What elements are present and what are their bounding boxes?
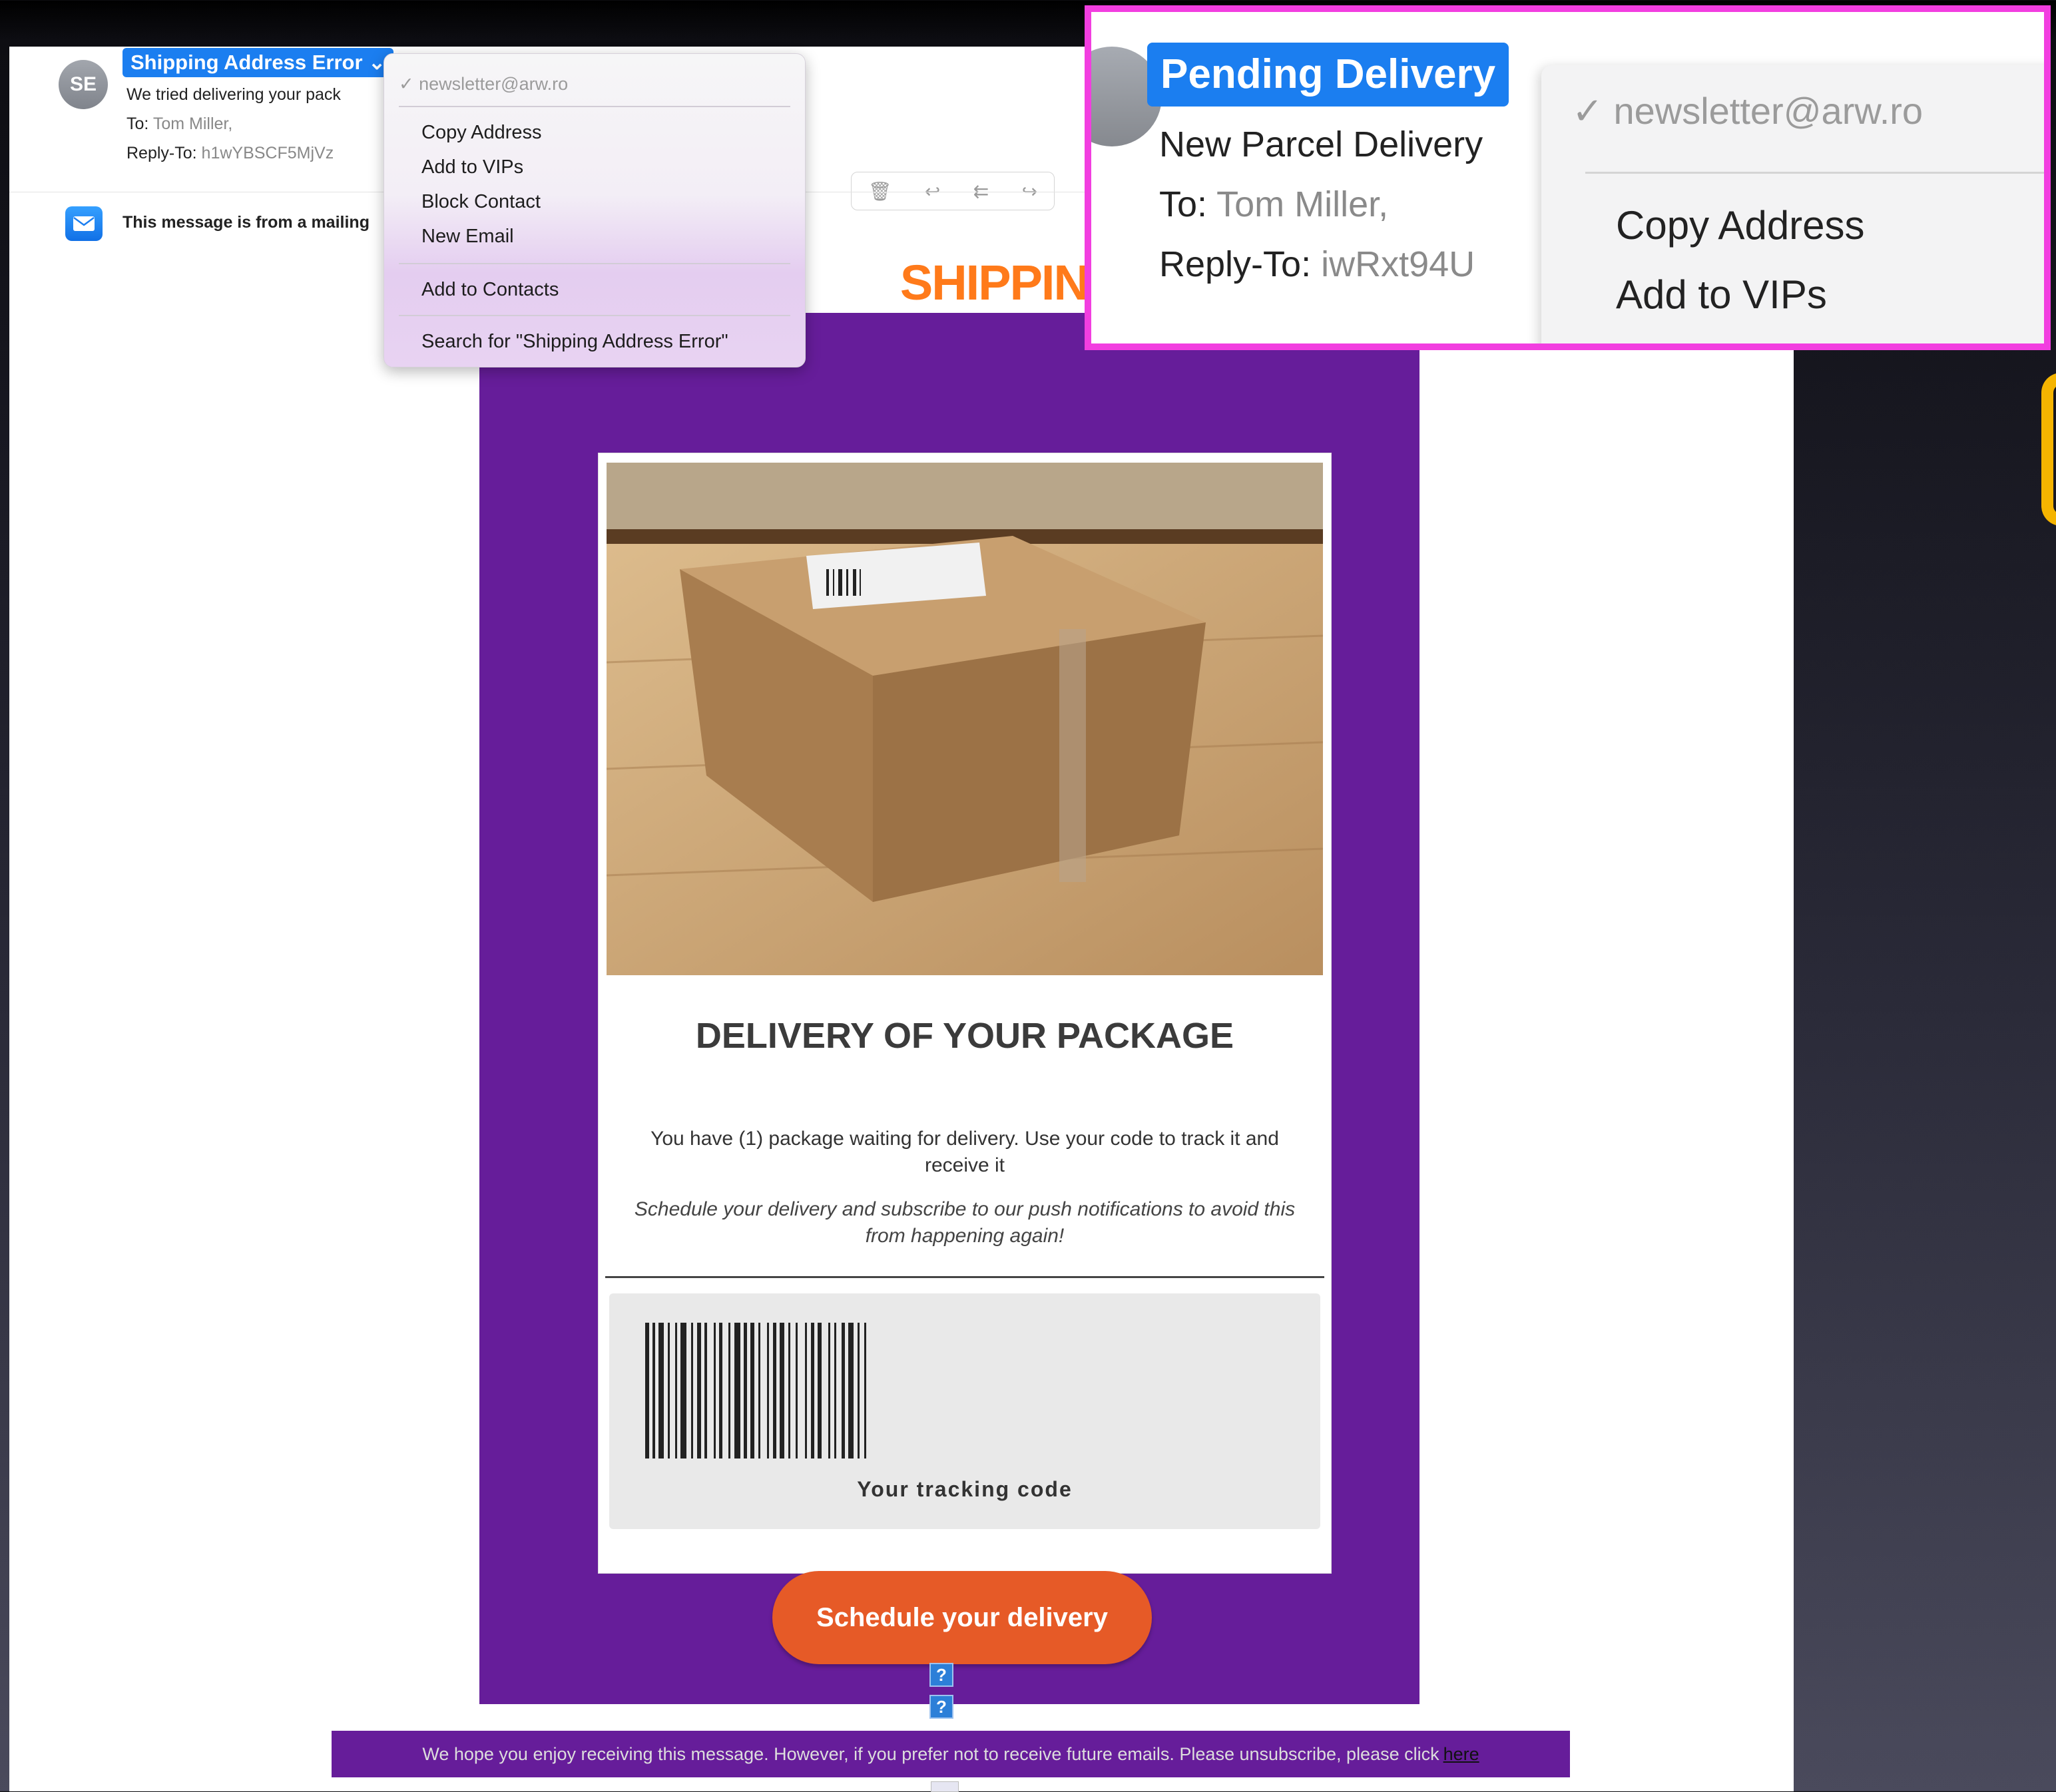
sender-name: Shipping Address Error (130, 51, 363, 74)
barcode-bar (767, 1323, 769, 1458)
mail-app-icon (65, 206, 103, 241)
schedule-delivery-button[interactable]: Schedule your delivery (772, 1571, 1152, 1664)
inset-sender-pill: Pending Delivery (1147, 43, 1509, 107)
sender-avatar[interactable]: SE (59, 60, 108, 109)
barcode-bar (680, 1323, 686, 1458)
card-title: DELIVERY OF YOUR PACKAGE (695, 1016, 1234, 1056)
to-label: To: (127, 114, 149, 133)
inset-menu-copy-address: Copy Address (1616, 203, 1865, 248)
inset-to-value: Tom Miller, (1216, 184, 1389, 224)
menu-separator (399, 315, 790, 316)
barcode-caption: Your tracking code (857, 1477, 1073, 1501)
barcode-bar (704, 1323, 707, 1458)
barcode-bar (744, 1323, 747, 1458)
barcode-bar (758, 1323, 760, 1458)
reply-to-label: Reply-To: (127, 144, 197, 162)
inset-reply-to-value: iwRxt94U (1321, 244, 1475, 284)
unsubscribe-footer: We hope you enjoy receiving this message… (332, 1731, 1570, 1777)
menu-item-copy-address[interactable]: Copy Address (421, 122, 542, 144)
mailing-list-notice: This message is from a mailing (123, 213, 370, 232)
barcode-bar (668, 1323, 670, 1458)
menu-item-add-to-vips[interactable]: Add to VIPs (421, 156, 523, 178)
reply-all-icon[interactable]: ⇇ (973, 180, 989, 202)
inset-reply-to-line: Reply-To: iwRxt94U (1159, 244, 1475, 285)
inset-to-label: To: (1159, 184, 1208, 224)
broken-image-icon: ? (929, 1663, 953, 1687)
menu-item-add-to-contacts[interactable]: Add to Contacts (421, 279, 559, 301)
forward-icon[interactable]: ↪ (1022, 180, 1037, 202)
zoom-inset: Pending Delivery New Parcel Delivery To:… (1085, 5, 2051, 350)
menu-item-sender-address[interactable]: ✓ newsletter@arw.ro (399, 74, 568, 95)
package-photo (607, 463, 1323, 975)
unsubscribe-link[interactable]: here (1443, 1744, 1479, 1765)
tracking-barcode: Your tracking code (609, 1293, 1320, 1529)
menu-item-block-contact[interactable]: Block Contact (421, 191, 541, 213)
inset-reply-to-label: Reply-To: (1159, 244, 1312, 284)
reply-icon[interactable]: ↩ (925, 180, 940, 202)
barcode-bar (858, 1323, 860, 1458)
card-text-waiting: You have (1) package waiting for deliver… (650, 1128, 1279, 1176)
barcode-bar (805, 1323, 807, 1458)
barcode-bar (719, 1323, 722, 1458)
barcode-bar (828, 1323, 830, 1458)
sender-name-pill[interactable]: Shipping Address Error ⌄ (123, 48, 394, 77)
inset-sender-name: Pending Delivery (1160, 51, 1496, 97)
barcode-bar (834, 1323, 836, 1458)
inset-menu-separator (1585, 172, 2044, 174)
trash-icon[interactable]: 🗑 (868, 180, 892, 202)
menu-separator (399, 106, 790, 107)
inset-to-line: To: Tom Miller, (1159, 184, 1388, 225)
barcode-icon (645, 1323, 866, 1458)
barcode-bar (773, 1323, 776, 1458)
reply-to-line: Reply-To: h1wYBSCF5MjVz (127, 144, 334, 163)
barcode-bar (652, 1323, 655, 1458)
barcode-bar (796, 1323, 798, 1458)
barcode-bar (697, 1323, 701, 1458)
message-toolbar: 🗑 ↩ ⇇ ↪ (851, 172, 1055, 210)
to-recipient[interactable]: Tom Miller, (153, 114, 232, 133)
barcode-bar (818, 1323, 822, 1458)
barcode-bar (734, 1323, 740, 1458)
barcode-bar (675, 1323, 677, 1458)
reply-to-address[interactable]: h1wYBSCF5MjVz (202, 144, 334, 162)
barcode-bar (750, 1323, 754, 1458)
slide-letter-fragment (2041, 373, 2056, 526)
menu-separator (399, 263, 790, 264)
barcode-bar (811, 1323, 814, 1458)
inset-preview: New Parcel Delivery (1159, 124, 1483, 164)
barcode-bar (714, 1323, 716, 1458)
inset-context-menu: ✓ newsletter@arw.ro Copy Address Add to … (1541, 65, 2044, 343)
card-text-schedule: Schedule your delivery and subscribe to … (634, 1198, 1296, 1247)
card-divider (605, 1276, 1324, 1278)
inset-menu-add-to-vips: Add to VIPs (1616, 272, 1827, 317)
barcode-bar (645, 1323, 649, 1458)
menu-item-new-email[interactable]: New Email (421, 226, 514, 248)
sender-context-menu: ✓ newsletter@arw.ro Copy Address Add to … (384, 53, 806, 367)
barcode-bar (848, 1323, 854, 1458)
unsubscribe-text: We hope you enjoy receiving this message… (422, 1743, 1439, 1764)
barcode-bar (691, 1323, 693, 1458)
footer-image-stub (931, 1781, 959, 1792)
broken-image-icon: ? (929, 1695, 953, 1719)
barcode-bar (788, 1323, 790, 1458)
email-panel: DELIVERY OF YOUR PACKAGE You have (1) pa… (479, 313, 1419, 1704)
barcode-bar (658, 1323, 664, 1458)
message-preview: We tried delivering your pack (127, 85, 341, 104)
to-line: To: Tom Miller, (127, 114, 232, 134)
barcode-bar (864, 1323, 866, 1458)
barcode-bar (842, 1323, 845, 1458)
menu-item-search[interactable]: Search for "Shipping Address Error" (421, 331, 728, 353)
inset-menu-sender-address: ✓ newsletter@arw.ro (1572, 90, 1924, 132)
barcode-bar (780, 1323, 784, 1458)
barcode-bar (728, 1323, 730, 1458)
delivery-card: DELIVERY OF YOUR PACKAGE You have (1) pa… (598, 453, 1332, 1574)
